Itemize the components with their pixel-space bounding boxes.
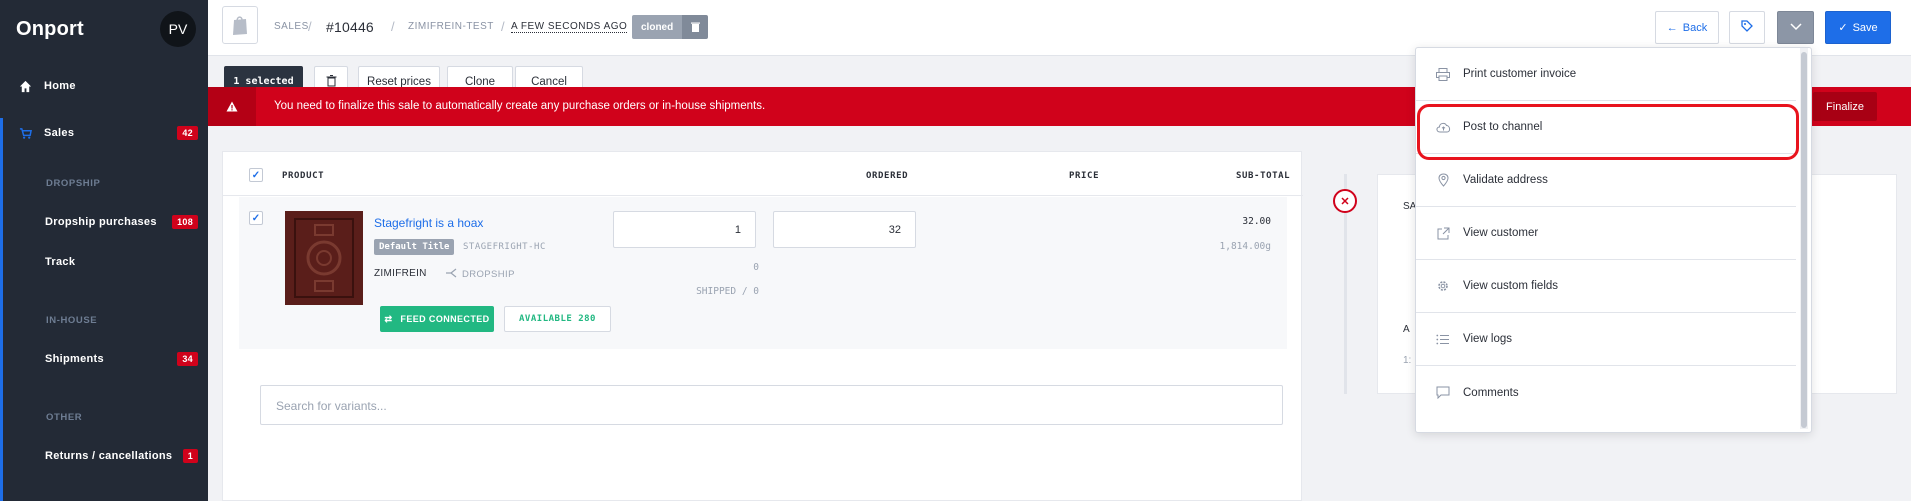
sidebar-item-label: Sales xyxy=(44,127,75,139)
menu-item-label: Print customer invoice xyxy=(1463,68,1577,80)
menu-item-print-invoice[interactable]: Print customer invoice xyxy=(1416,48,1796,101)
column-header-product: PRODUCT xyxy=(282,171,325,181)
map-pin-icon xyxy=(1435,172,1451,188)
summary-text: A xyxy=(1403,324,1410,335)
arrow-left-icon: ← xyxy=(1666,21,1678,34)
check-icon: ✓ xyxy=(1838,22,1848,34)
shipped-count: SHIPPED / 0 xyxy=(696,286,759,297)
menu-item-validate-address[interactable]: Validate address xyxy=(1416,154,1796,207)
menu-item-view-customer[interactable]: View customer xyxy=(1416,207,1796,260)
cart-icon xyxy=(18,126,32,140)
highlight-annotation xyxy=(1417,104,1799,160)
select-all-checkbox[interactable]: ✓ xyxy=(249,168,263,182)
sidebar-item-label: Home xyxy=(44,80,76,92)
brand-logo: Onport xyxy=(16,18,84,40)
back-label: Back xyxy=(1682,21,1708,34)
avatar[interactable]: PV xyxy=(160,11,196,47)
sidebar-item-label: Track xyxy=(45,256,76,268)
row-checkbox[interactable]: ✓ xyxy=(249,211,263,225)
sidebar-section-in-house: IN-HOUSE xyxy=(46,315,98,326)
count-badge: 34 xyxy=(177,352,198,366)
sidebar-section-other: OTHER xyxy=(46,412,83,423)
fulfillment-label: DROPSHIP xyxy=(462,269,515,280)
back-button[interactable]: ← Back xyxy=(1655,11,1719,44)
breadcrumb-separator: / xyxy=(308,19,312,34)
fulfillment-type: DROPSHIP xyxy=(445,268,515,281)
sidebar-item-label: Shipments xyxy=(45,353,104,365)
product-title-link[interactable]: Stagefright is a hoax xyxy=(374,216,483,230)
save-label: Save xyxy=(1852,21,1878,34)
feed-connected-button[interactable]: ⇄ FEED CONNECTED xyxy=(380,306,494,332)
variant-tag: Default Title xyxy=(374,239,455,255)
sidebar-item-home[interactable]: Home xyxy=(0,71,208,101)
sidebar-section-dropship: DROPSHIP xyxy=(46,178,101,189)
store-name[interactable]: ZIMIFREIN-TEST xyxy=(408,21,494,32)
feed-label: FEED CONNECTED xyxy=(400,314,490,324)
trash-icon[interactable] xyxy=(682,15,708,39)
table-header: ✓ PRODUCT ORDERED PRICE SUB-TOTAL xyxy=(223,152,1303,196)
menu-item-label: Comments xyxy=(1463,386,1519,399)
vendor: ZIMIFREIN xyxy=(374,268,427,279)
warning-icon xyxy=(208,87,256,126)
tag-button[interactable] xyxy=(1729,11,1765,44)
gear-icon xyxy=(1435,278,1451,294)
order-lines-card: ✓ PRODUCT ORDERED PRICE SUB-TOTAL ✓ Stag… xyxy=(222,151,1303,501)
sidebar-item-sales[interactable]: Sales 42 xyxy=(0,118,208,148)
menu-item-label: View customer xyxy=(1463,227,1539,239)
sidebar-item-label: Returns / cancellations xyxy=(45,450,173,462)
menu-item-label: Validate address xyxy=(1463,174,1548,186)
sidebar-item-returns[interactable]: Returns / cancellations 1 xyxy=(0,441,208,471)
order-number: #10446 xyxy=(326,19,374,35)
sidebar: Onport PV Home Sales 42 DROPSHIP Dropshi… xyxy=(0,0,208,501)
column-header-price: PRICE xyxy=(1069,171,1100,181)
shopify-bag-icon[interactable] xyxy=(222,6,258,44)
breadcrumb-separator: / xyxy=(501,19,505,34)
summary-text: 1: xyxy=(1403,355,1412,366)
menu-item-comments[interactable]: Comments xyxy=(1416,366,1796,419)
sidebar-item-shipments[interactable]: Shipments 34 xyxy=(0,344,208,374)
home-icon xyxy=(18,79,32,93)
breadcrumb-separator: / xyxy=(391,19,395,34)
alert-message: You need to finalize this sale to automa… xyxy=(274,100,766,112)
menu-item-label: View custom fields xyxy=(1463,280,1559,292)
variant-search-input[interactable]: Search for variants... xyxy=(260,385,1283,425)
column-header-ordered: ORDERED xyxy=(866,171,909,181)
ordered-quantity-input[interactable]: 1 xyxy=(613,211,756,248)
list-icon xyxy=(1435,331,1451,347)
line-subtotal: 32.00 xyxy=(1242,216,1271,227)
column-header-subtotal: SUB-TOTAL xyxy=(1236,171,1291,181)
count-badge: 108 xyxy=(172,215,198,229)
sku: STAGEFRIGHT-HC xyxy=(463,242,546,252)
share-icon xyxy=(445,268,457,281)
close-icon[interactable]: ✕ xyxy=(1333,189,1357,213)
finalize-button[interactable]: Finalize xyxy=(1813,92,1877,121)
sidebar-item-dropship-purchases[interactable]: Dropship purchases 108 xyxy=(0,207,208,237)
status-badge: cloned xyxy=(632,15,683,39)
external-link-icon xyxy=(1435,225,1451,241)
line-weight: 1,814.00g xyxy=(1219,241,1271,252)
ordered-remaining: 0 xyxy=(753,262,759,273)
menu-item-view-custom-fields[interactable]: View custom fields xyxy=(1416,260,1796,313)
availability-badge[interactable]: AVAILABLE 280 xyxy=(504,306,611,332)
product-image[interactable] xyxy=(285,211,363,305)
printer-icon xyxy=(1435,66,1451,82)
menu-item-label: View logs xyxy=(1463,333,1513,345)
breadcrumb-sales[interactable]: SALES xyxy=(274,21,309,32)
sidebar-item-label: Dropship purchases xyxy=(45,216,157,228)
menu-item-view-logs[interactable]: View logs xyxy=(1416,313,1796,366)
sync-icon: ⇄ xyxy=(384,313,393,324)
comment-icon xyxy=(1435,385,1451,401)
price-input[interactable]: 32 xyxy=(773,211,916,248)
sidebar-item-track[interactable]: Track xyxy=(0,247,208,277)
order-time: A FEW SECONDS AGO xyxy=(511,21,628,33)
more-actions-button[interactable] xyxy=(1777,11,1814,44)
table-row: ✓ Stagefright is a hoax Default Title ST… xyxy=(239,197,1287,349)
count-badge: 42 xyxy=(177,126,198,140)
tag-icon xyxy=(1741,20,1753,35)
count-badge: 1 xyxy=(182,449,198,463)
chevron-down-icon xyxy=(1789,22,1802,34)
save-button[interactable]: ✓ Save xyxy=(1825,11,1891,44)
menu-scrollbar-thumb[interactable] xyxy=(1801,52,1807,428)
